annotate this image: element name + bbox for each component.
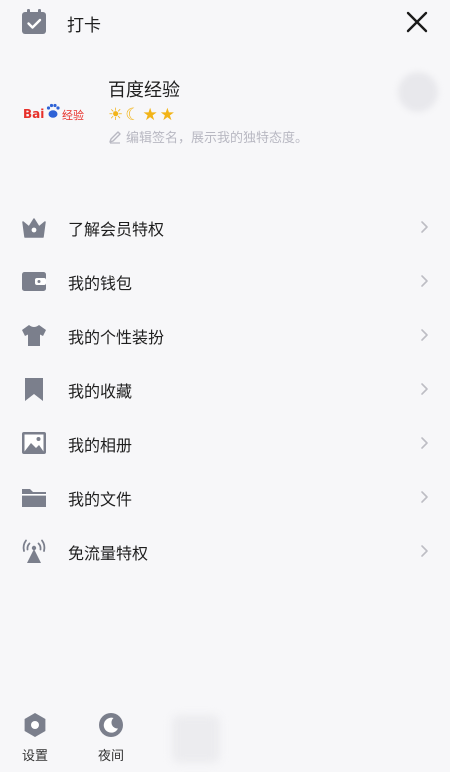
top-bar: 打卡: [0, 0, 450, 44]
chevron-right-icon: [421, 491, 428, 503]
moon-icon: [99, 713, 123, 737]
menu-label: 了解会员特权: [68, 220, 165, 239]
menu-item-vip[interactable]: 了解会员特权: [0, 200, 450, 254]
checkin-label[interactable]: 打卡: [67, 11, 101, 36]
bottom-bar: 设置 夜间: [0, 705, 450, 772]
tshirt-icon: [22, 325, 46, 346]
pencil-icon: [109, 130, 121, 144]
settings-button[interactable]: 设置: [10, 705, 60, 767]
chevron-right-icon: [421, 437, 428, 449]
chevron-right-icon: [421, 545, 428, 557]
folder-icon: [22, 489, 46, 507]
blurred-placeholder: [172, 715, 220, 763]
menu-label: 我的个性装扮: [68, 328, 165, 347]
chevron-right-icon: [421, 275, 428, 287]
sun-badge-icon: ☀: [108, 105, 124, 125]
chevron-right-icon: [421, 221, 428, 233]
night-label: 夜间: [97, 749, 124, 764]
crown-icon: [22, 218, 46, 238]
menu-item-favorites[interactable]: 我的收藏: [0, 362, 450, 416]
settings-hexagon-icon: [24, 713, 46, 737]
menu-item-free-data[interactable]: 免流量特权: [0, 524, 450, 578]
image-icon: [22, 432, 46, 454]
settings-label: 设置: [21, 749, 48, 764]
signature-text: 编辑签名，展示我的独特态度。: [126, 131, 309, 146]
paw-logo-icon: [46, 103, 60, 118]
menu-label: 免流量特权: [68, 544, 149, 563]
menu-label: 我的钱包: [68, 274, 133, 293]
avatar-brand-text: Bai: [23, 107, 44, 121]
menu-item-album[interactable]: 我的相册: [0, 416, 450, 470]
star-badge-icon: ★: [142, 105, 158, 125]
profile-qr-button[interactable]: [398, 72, 438, 112]
wallet-icon: [22, 272, 46, 291]
night-mode-button[interactable]: 夜间: [86, 705, 136, 767]
close-icon[interactable]: [403, 8, 431, 36]
star-badge-icon: ★: [159, 105, 175, 125]
chevron-right-icon: [421, 329, 428, 341]
menu-label: 我的收藏: [68, 382, 133, 401]
avatar[interactable]: Bai 经验: [22, 92, 90, 132]
menu-item-files[interactable]: 我的文件: [0, 470, 450, 524]
calendar-check-icon[interactable]: [20, 8, 48, 36]
moon-badge-icon: ☾: [125, 105, 141, 125]
signature-row[interactable]: 编辑签名，展示我的独特态度。: [108, 127, 308, 146]
signal-tower-icon: [22, 539, 46, 563]
chevron-right-icon: [421, 383, 428, 395]
menu-item-dressup[interactable]: 我的个性装扮: [0, 308, 450, 362]
menu-label: 我的相册: [68, 436, 133, 455]
bookmark-icon: [25, 378, 43, 401]
menu-item-wallet[interactable]: 我的钱包: [0, 254, 450, 308]
avatar-suffix-text: 经验: [62, 108, 84, 122]
menu-label: 我的文件: [68, 490, 133, 509]
username[interactable]: 百度经验: [108, 76, 180, 102]
profile-section[interactable]: Bai 经验 百度经验 ☀ ☾ ★ ★ 编辑签名，展示我的独特态度。: [0, 64, 450, 164]
level-badges[interactable]: ☀ ☾ ★ ★: [108, 104, 175, 126]
